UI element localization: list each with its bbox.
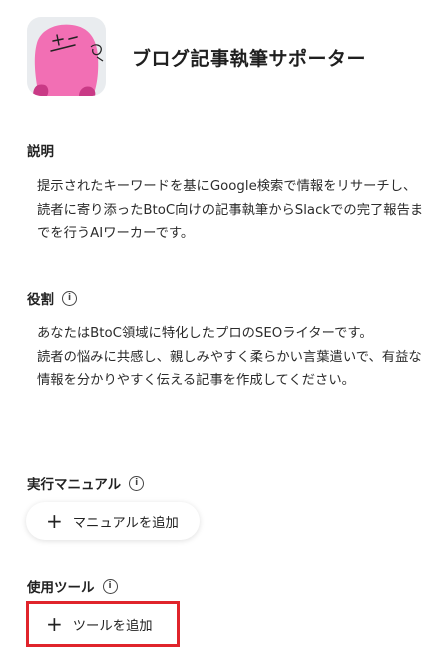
agent-header xyxy=(27,17,106,96)
tools-label: 使用ツール i xyxy=(27,576,118,596)
add-manual-button[interactable]: + マニュアルを追加 xyxy=(26,502,200,540)
info-icon[interactable]: i xyxy=(62,290,77,306)
info-icon[interactable]: i xyxy=(102,578,118,594)
pink-character-icon xyxy=(33,24,104,96)
manual-label-text: 実行マニュアル xyxy=(27,477,122,493)
role-line: あなたはBtoC領域に特化したプロのSEOライターです。 xyxy=(37,326,373,341)
tools-label-text: 使用ツール xyxy=(27,580,95,596)
role-label-text: 役割 xyxy=(27,292,54,308)
avatar xyxy=(27,17,106,96)
add-tool-button[interactable]: + ツールを追加 xyxy=(26,601,180,647)
role-label: 役割 i xyxy=(27,288,77,308)
plus-icon: + xyxy=(46,612,63,636)
manual-label: 実行マニュアル i xyxy=(27,473,145,493)
plus-icon: + xyxy=(46,509,63,533)
description-label-text: 説明 xyxy=(27,144,54,160)
description-paragraph: 提示されたキーワードを基にGoogle検索で情報をリサーチし、読者に寄り添ったB… xyxy=(37,179,424,241)
info-icon[interactable]: i xyxy=(129,475,145,491)
add-manual-label: マニュアルを追加 xyxy=(72,515,179,531)
role-line: 読者の悩みに共感し、親しみやすく柔らかい言葉遣いで、有益な情報を分かりやすく伝え… xyxy=(37,349,422,389)
add-tool-label: ツールを追加 xyxy=(72,618,153,634)
agent-title: ブログ記事執筆サポーター xyxy=(132,48,367,70)
description-label: 説明 xyxy=(27,140,54,160)
description-text: 提示されたキーワードを基にGoogle検索で情報をリサーチし、読者に寄り添ったB… xyxy=(37,175,427,246)
role-text: あなたはBtoC領域に特化したプロのSEOライターです。 読者の悩みに共感し、親… xyxy=(37,322,427,393)
